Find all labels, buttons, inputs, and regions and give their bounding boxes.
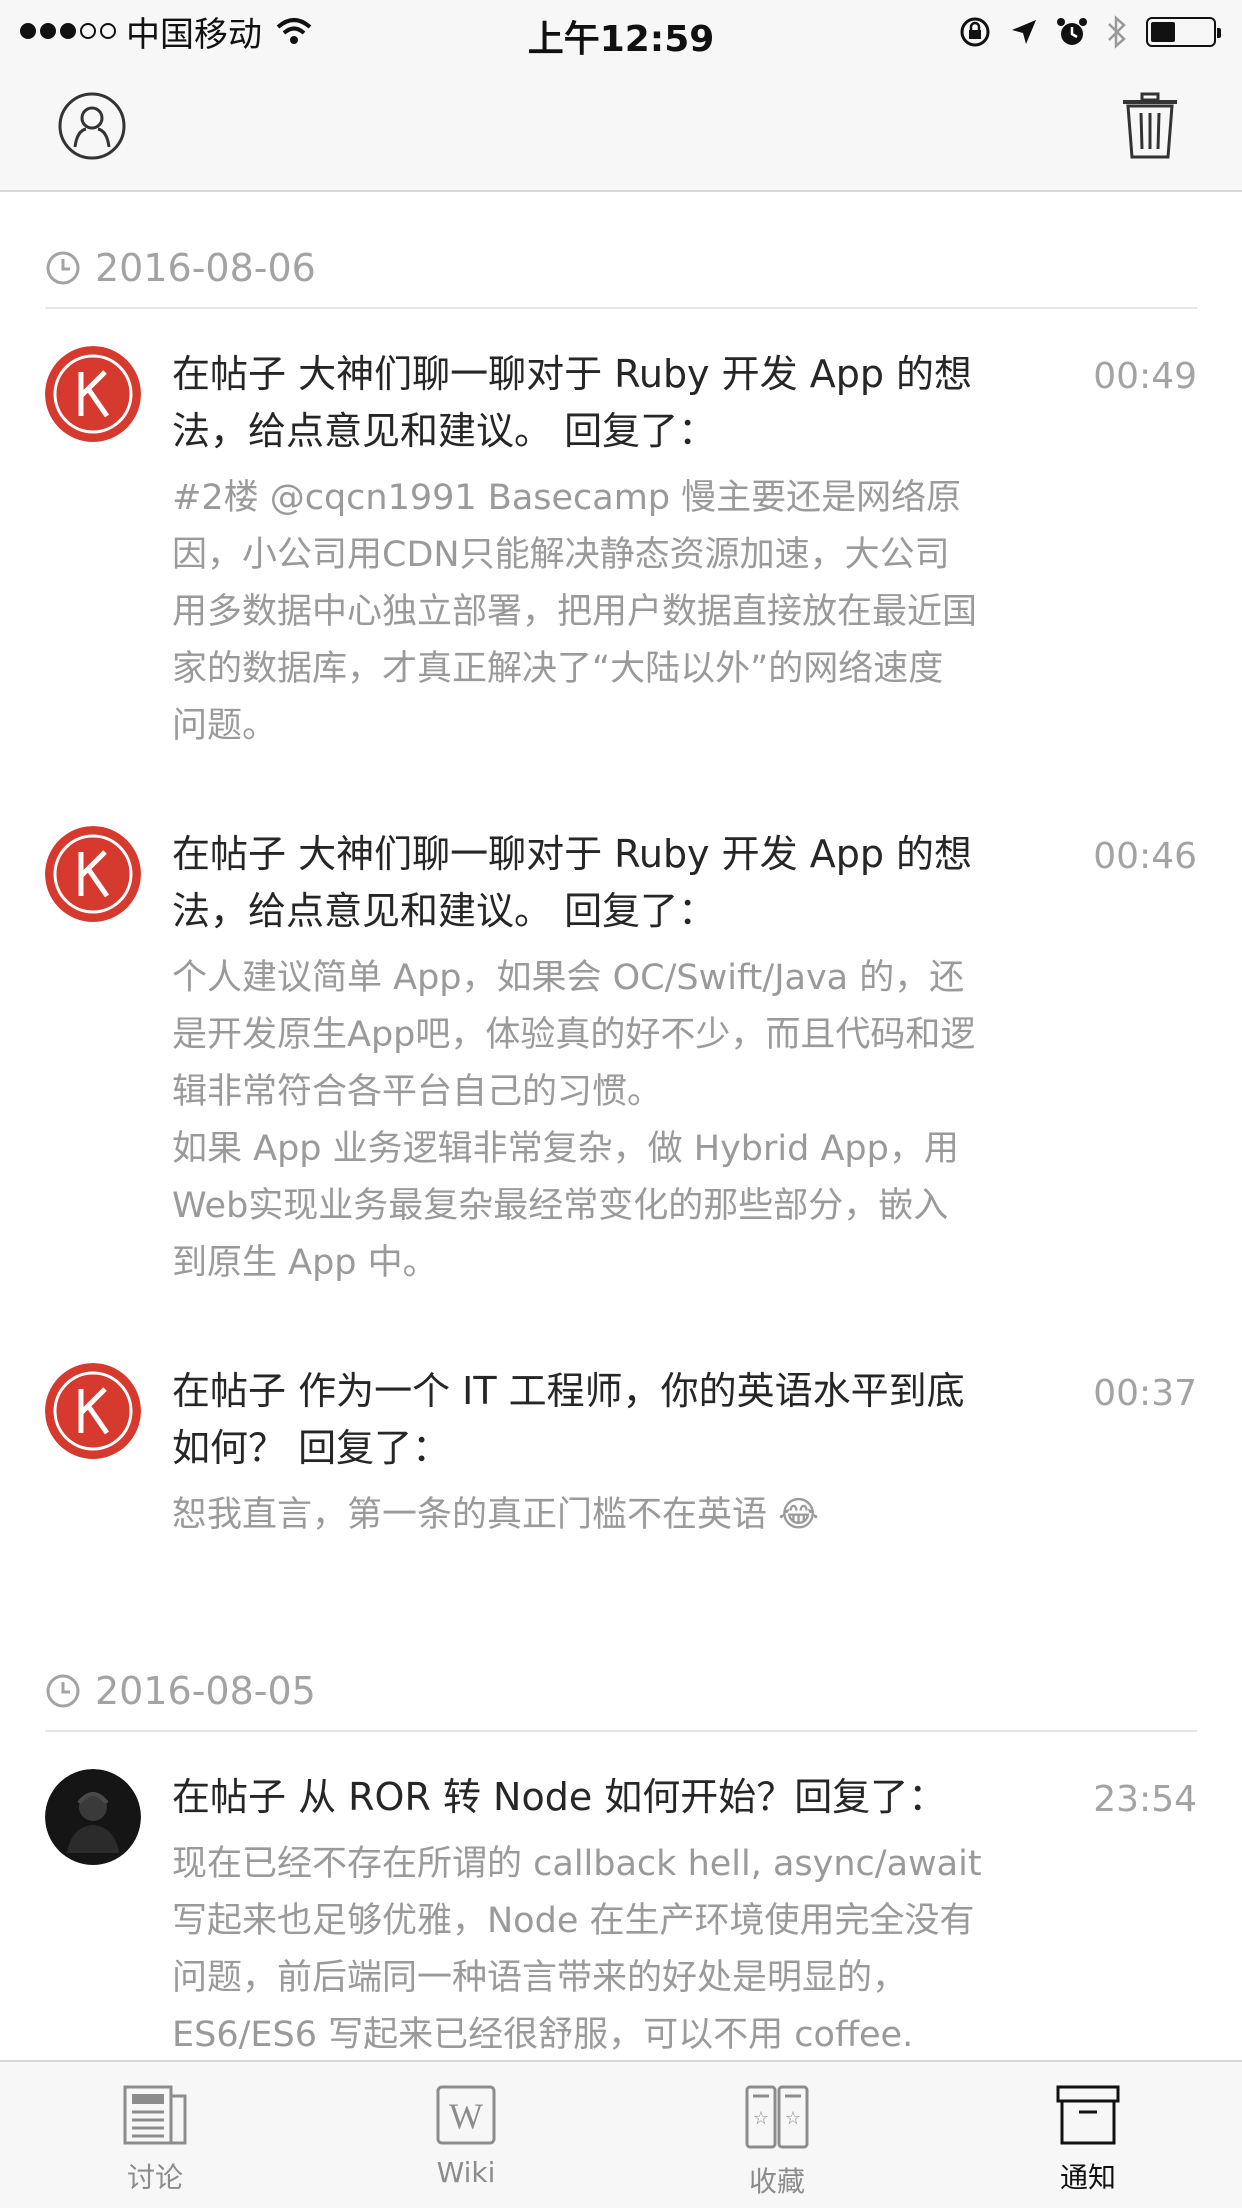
notification-time: 00:49 [1093,356,1197,397]
wiki-icon: W [436,2085,496,2145]
avatar[interactable] [45,1769,141,1865]
notification-item[interactable]: 在帖子 大神们聊一聊对于 Ruby 开发 App 的想 法，给点意见和建议。 回… [45,346,1197,746]
excerpt-line: 如果 App 业务逻辑非常复杂，做 Hybrid App，用 [172,1129,959,1169]
excerpt-line: 是开发原生App吧，体验真的好不少，而且代码和逻 [172,1015,976,1055]
tab-discussion[interactable]: 讨论 [85,2084,225,2208]
profile-button[interactable] [52,86,132,166]
notification-title[interactable]: 在帖子 大神们聊一聊对于 Ruby 开发 App 的想 法，给点意见和建议。 回… [172,826,1117,940]
clear-notifications-button[interactable] [1110,86,1190,166]
excerpt-line: 问题，前后端同一种语言带来的好处是明显的， [172,1958,908,1998]
title-line: 如何？ 回复了： [172,1426,451,1470]
date-header: 2016-08-06 [45,229,1197,309]
svg-text:☆: ☆ [785,2108,801,2129]
user-photo-icon [45,1769,141,1865]
notification-time: 23:54 [1093,1779,1197,1820]
tab-notifications[interactable]: 通知 [1018,2084,1158,2208]
tab-label: 讨论 [126,2161,183,2194]
notification-excerpt: #2楼 @cqcn1991 Basecamp 慢主要还是网络原 因，小公司用CD… [172,470,1117,755]
title-line: 在帖子 大神们聊一聊对于 Ruby 开发 App 的想 [172,832,973,876]
date-label: 2016-08-05 [95,1669,316,1713]
k-logo-icon [45,346,141,442]
title-line: 在帖子 从 ROR 转 Node 如何开始？回复了： [172,1775,947,1819]
date-header: 2016-08-05 [45,1652,1197,1732]
excerpt-line: 到原生 App 中。 [172,1243,438,1283]
nav-bar [0,62,1242,192]
notifications-icon [1056,2085,1120,2145]
notification-body: 在帖子 从 ROR 转 Node 如何开始？回复了： 现在已经不存在所谓的 ca… [172,1769,1117,2060]
clock-icon [46,1674,80,1708]
notification-item[interactable]: 在帖子 大神们聊一聊对于 Ruby 开发 App 的想 法，给点意见和建议。 回… [45,826,1197,1283]
title-line: 在帖子 作为一个 IT 工程师，你的英语水平到底 [172,1369,965,1413]
k-logo-icon [45,826,141,922]
excerpt-line: 用多数据中心独立部署，把用户数据直接放在最近国 [172,592,978,632]
title-line: 在帖子 大神们聊一聊对于 Ruby 开发 App 的想 [172,352,973,396]
excerpt-line: #2楼 @cqcn1991 Basecamp 慢主要还是网络原 [172,478,962,518]
tab-label: 收藏 [748,2165,805,2198]
notification-body: 在帖子 作为一个 IT 工程师，你的英语水平到底 如何？ 回复了： 恕我直言，第… [172,1363,1117,1544]
notification-time: 00:46 [1093,836,1197,877]
excerpt-line: 问题。 [172,706,278,746]
battery-icon [1146,17,1221,47]
tab-bar: 讨论 W Wiki ☆ ☆ 收藏 通知 [0,2060,1242,2208]
excerpt-line: 辑非常符合各平台自己的习惯。 [172,1072,663,1112]
notification-body: 在帖子 大神们聊一聊对于 Ruby 开发 App 的想 法，给点意见和建议。 回… [172,346,1117,755]
notification-excerpt: 现在已经不存在所谓的 callback hell, async/await 写起… [172,1836,1117,2060]
clock-icon [46,251,80,285]
status-right [958,12,1221,52]
tab-wiki[interactable]: W Wiki [396,2084,536,2208]
favorites-icon: ☆ ☆ [745,2085,809,2149]
excerpt-line: 现在已经不存在所谓的 callback hell, async/await [172,1844,982,1884]
profile-icon [58,92,126,160]
excerpt-line: Web实现业务最复杂最经常变化的那些部分，嵌入 [172,1186,949,1226]
notification-list[interactable]: 2016-08-06 在帖子 大神们聊一聊对于 Ruby 开发 App 的想 法… [0,194,1242,2060]
trash-icon [1123,92,1177,159]
svg-text:☆: ☆ [753,2108,769,2129]
discussion-icon [123,2085,187,2145]
tab-favorites[interactable]: ☆ ☆ 收藏 [707,2084,847,2208]
notification-item[interactable]: 在帖子 作为一个 IT 工程师，你的英语水平到底 如何？ 回复了： 恕我直言，第… [45,1363,1197,1563]
notification-item[interactable]: 在帖子 从 ROR 转 Node 如何开始？回复了： 现在已经不存在所谓的 ca… [45,1769,1197,2060]
notification-excerpt: 恕我直言，第一条的真正门槛不在英语 😂 [172,1487,1117,1544]
excerpt-line: 个人建议简单 App，如果会 OC/Swift/Java 的，还 [172,958,965,998]
k-logo-icon [45,1363,141,1459]
title-line: 法，给点意见和建议。 回复了： [172,409,717,453]
notification-excerpt: 个人建议简单 App，如果会 OC/Swift/Java 的，还 是开发原生Ap… [172,950,1117,1292]
excerpt-line: 写起来也足够优雅，Node 在生产环境使用完全没有 [172,1901,975,1941]
status-bar: 中国移动 上午12:59 [0,0,1242,62]
excerpt-line: 因，小公司用CDN只能解决静态资源加速，大公司 [172,535,950,575]
notification-title[interactable]: 在帖子 作为一个 IT 工程师，你的英语水平到底 如何？ 回复了： [172,1363,1117,1477]
notification-title[interactable]: 在帖子 从 ROR 转 Node 如何开始？回复了： [172,1769,1117,1826]
date-label: 2016-08-06 [95,246,316,290]
notification-title[interactable]: 在帖子 大神们聊一聊对于 Ruby 开发 App 的想 法，给点意见和建议。 回… [172,346,1117,460]
avatar[interactable] [45,346,141,442]
tab-label: 通知 [1059,2161,1116,2194]
svg-text:W: W [449,2096,483,2136]
title-line: 法，给点意见和建议。 回复了： [172,889,717,933]
avatar[interactable] [45,1363,141,1459]
excerpt-line: 恕我直言，第一条的真正门槛不在英语 😂 [172,1495,820,1535]
orientation-lock-icon [960,17,990,47]
notification-time: 00:37 [1093,1373,1197,1414]
alarm-icon [1057,18,1087,45]
location-icon [1012,20,1036,44]
excerpt-line: 家的数据库，才真正解决了“大陆以外”的网络速度 [172,649,944,689]
notification-body: 在帖子 大神们聊一聊对于 Ruby 开发 App 的想 法，给点意见和建议。 回… [172,826,1117,1292]
excerpt-line: ES6/ES6 写起来已经很舒服，可以不用 coffee. [172,2015,914,2055]
avatar[interactable] [45,826,141,922]
tab-label: Wiki [436,2156,496,2189]
bluetooth-icon [1108,15,1126,49]
